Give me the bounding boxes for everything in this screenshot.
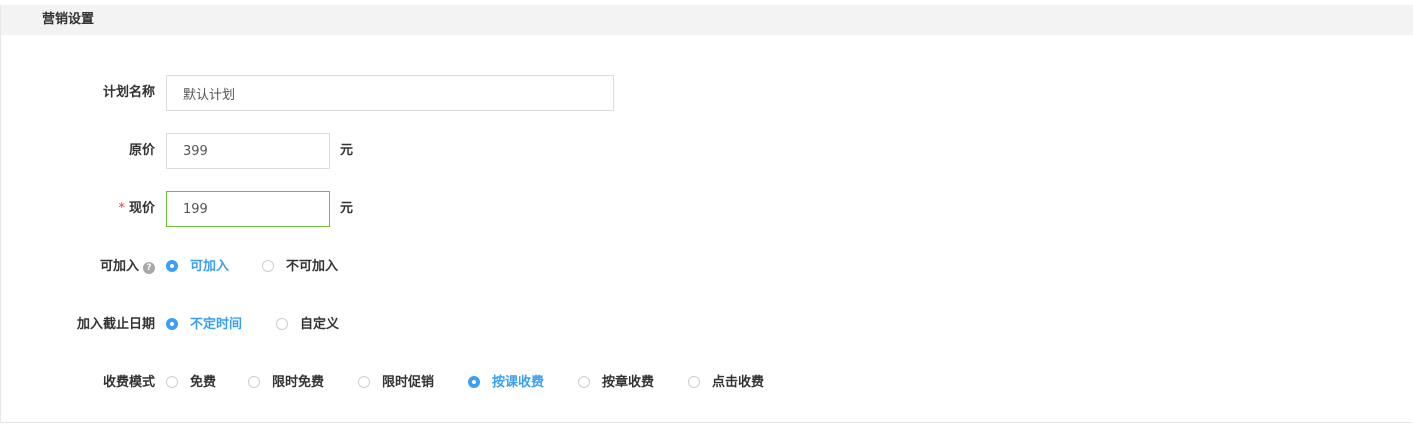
current-price-unit: 元 [340,201,354,216]
current-price-row: *现价 元 [0,191,1300,227]
join-deadline-label: 加入截止日期 [76,317,155,332]
current-price-input[interactable] [166,191,330,227]
joinable-label: 可加入 [99,259,139,274]
radio-unchecked-icon [166,376,178,388]
radio-label: 按课收费 [492,375,545,390]
radio-fee-limited-promo[interactable]: 限时促销 [358,365,434,401]
radio-checked-icon [468,376,480,388]
radio-label: 不可加入 [286,259,339,274]
current-price-label: 现价 [128,201,155,216]
joinable-row: 可加入? 可加入 不可加入 [0,249,1300,285]
radio-label: 按章收费 [602,375,655,390]
radio-checked-icon [166,318,178,330]
radio-joinable-yes[interactable]: 可加入 [166,249,229,285]
join-deadline-row: 加入截止日期 不定时间 自定义 [0,307,1300,343]
fee-mode-label: 收费模式 [102,375,155,390]
section-title: 营销设置 [42,12,95,27]
radio-fee-per-chapter[interactable]: 按章收费 [578,365,654,401]
radio-deadline-custom[interactable]: 自定义 [276,307,339,343]
radio-deadline-unfixed[interactable]: 不定时间 [166,307,242,343]
section-header: 营销设置 [1,5,1413,35]
radio-fee-per-click[interactable]: 点击收费 [688,365,764,401]
radio-unchecked-icon [276,318,288,330]
radio-label: 限时促销 [382,375,435,390]
current-price-label-wrap: * 现价 [118,191,155,227]
radio-fee-free[interactable]: 免费 [166,365,216,401]
radio-unchecked-icon [262,260,274,272]
radio-label: 不定时间 [190,317,243,332]
original-price-unit: 元 [340,143,354,158]
radio-checked-icon [166,260,178,272]
required-mark: * [118,201,125,216]
original-price-row: 原价 元 [0,133,1300,169]
help-icon[interactable]: ? [143,262,155,274]
radio-label: 免费 [190,375,217,390]
fee-mode-row: 收费模式 免费 限时免费 限时促销 按课收费 按章收费 点击收费 [0,365,1300,401]
original-price-input[interactable] [166,133,330,169]
radio-fee-limited-free[interactable]: 限时免费 [248,365,324,401]
radio-label: 点击收费 [712,375,765,390]
plan-name-row: 计划名称 [0,75,1300,111]
radio-fee-per-lesson[interactable]: 按课收费 [468,365,544,401]
radio-label: 限时免费 [272,375,325,390]
radio-joinable-no[interactable]: 不可加入 [262,249,338,285]
joinable-label-wrap: 可加入? [100,249,155,285]
radio-unchecked-icon [358,376,370,388]
plan-name-label: 计划名称 [102,85,155,100]
plan-name-input[interactable] [166,75,614,111]
radio-unchecked-icon [688,376,700,388]
radio-label: 自定义 [300,317,340,332]
radio-unchecked-icon [578,376,590,388]
radio-label: 可加入 [190,259,230,274]
radio-unchecked-icon [248,376,260,388]
original-price-label: 原价 [128,143,155,158]
